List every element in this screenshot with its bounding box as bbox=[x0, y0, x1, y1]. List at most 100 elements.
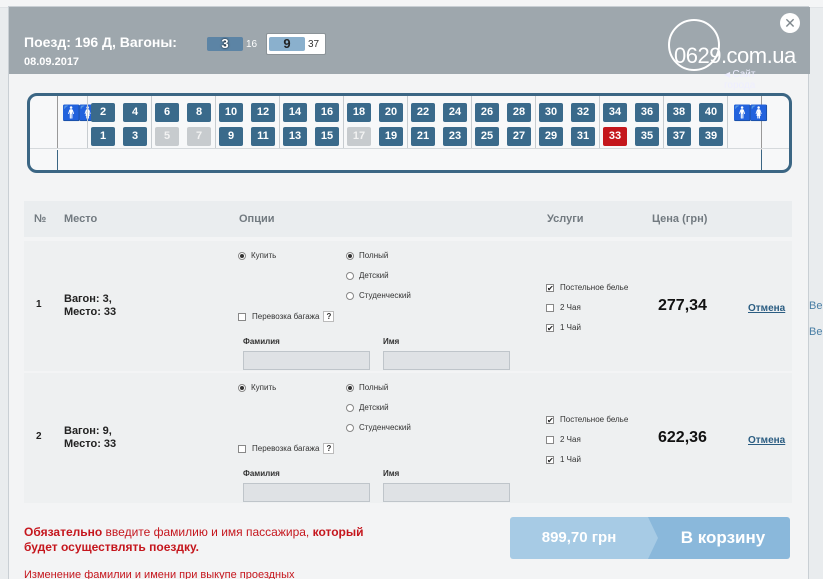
warning-text: введите фамилию и имя пассажира, bbox=[102, 525, 313, 539]
compartment-divider bbox=[279, 96, 280, 148]
radio-icon bbox=[346, 403, 354, 412]
service-one-tea-checkbox[interactable]: 1 Чай bbox=[546, 455, 581, 464]
seat-37[interactable]: 37 bbox=[667, 127, 691, 146]
help-icon[interactable]: ? bbox=[323, 311, 335, 322]
wagon-button-9[interactable]: 9 37 bbox=[266, 33, 326, 55]
fare-full-radio[interactable]: Полный bbox=[346, 251, 388, 260]
seat-6[interactable]: 6 bbox=[155, 103, 179, 122]
warning-strong: Обязательно bbox=[24, 525, 103, 539]
service-two-tea-checkbox[interactable]: 2 Чая bbox=[546, 435, 581, 444]
compartment-divider bbox=[599, 96, 600, 148]
seat-16[interactable]: 16 bbox=[315, 103, 339, 122]
close-icon[interactable]: ✕ bbox=[780, 13, 800, 33]
cancel-link[interactable]: Отмена bbox=[748, 435, 785, 446]
seat-3[interactable]: 3 bbox=[123, 127, 147, 146]
row-number: 2 bbox=[36, 431, 42, 442]
fare-child-radio[interactable]: Детский bbox=[346, 403, 389, 412]
seat-22[interactable]: 22 bbox=[411, 103, 435, 122]
seat-28[interactable]: 28 bbox=[507, 103, 531, 122]
seat-13[interactable]: 13 bbox=[283, 127, 307, 146]
seat-27[interactable]: 27 bbox=[507, 127, 531, 146]
seat-14[interactable]: 14 bbox=[283, 103, 307, 122]
compartment-divider bbox=[663, 96, 664, 148]
seat-2[interactable]: 2 bbox=[91, 103, 115, 122]
seat-31[interactable]: 31 bbox=[571, 127, 595, 146]
service-label: 2 Чая bbox=[560, 435, 581, 444]
seat-32[interactable]: 32 bbox=[571, 103, 595, 122]
background-link[interactable]: Ве bbox=[809, 326, 823, 338]
seat-15[interactable]: 15 bbox=[315, 127, 339, 146]
background-right-links: Ве Ве bbox=[809, 300, 823, 380]
compartment-divider bbox=[535, 96, 536, 148]
fare-student-radio[interactable]: Студенческий bbox=[346, 423, 411, 432]
seat-26[interactable]: 26 bbox=[475, 103, 499, 122]
baggage-label: Перевозка багажа bbox=[252, 444, 320, 453]
service-bedding-checkbox[interactable]: Постельное белье bbox=[546, 283, 628, 292]
baggage-checkbox[interactable]: Перевозка багажа ? bbox=[238, 443, 335, 454]
wagon-button-3[interactable]: 3 16 bbox=[205, 33, 259, 55]
seat-39[interactable]: 39 bbox=[699, 127, 723, 146]
surname-input[interactable] bbox=[243, 351, 370, 370]
seat-23[interactable]: 23 bbox=[443, 127, 467, 146]
radio-icon bbox=[346, 271, 354, 280]
warning-which: который bbox=[312, 525, 364, 539]
total-price: 899,70 грн bbox=[510, 517, 658, 559]
radio-icon bbox=[346, 423, 354, 432]
seat-33[interactable]: 33 bbox=[603, 127, 627, 146]
name-input[interactable] bbox=[383, 483, 510, 502]
seat-12[interactable]: 12 bbox=[251, 103, 275, 122]
add-to-cart-button[interactable]: В корзину bbox=[648, 517, 790, 559]
corridor-line bbox=[30, 148, 789, 149]
seat-4[interactable]: 4 bbox=[123, 103, 147, 122]
site-logo: 0629.com.ua Сайт города bbox=[664, 17, 796, 91]
seat-36[interactable]: 36 bbox=[635, 103, 659, 122]
seat-18[interactable]: 18 bbox=[347, 103, 371, 122]
seat-20[interactable]: 20 bbox=[379, 103, 403, 122]
service-bedding-checkbox[interactable]: Постельное белье bbox=[546, 415, 628, 424]
passengers-table-header: № Место Опции Услуги Цена (грн) bbox=[24, 201, 792, 237]
seat-40[interactable]: 40 bbox=[699, 103, 723, 122]
seat-38[interactable]: 38 bbox=[667, 103, 691, 122]
seat-34[interactable]: 34 bbox=[603, 103, 627, 122]
checkbox-icon bbox=[546, 415, 554, 424]
service-label: 1 Чай bbox=[560, 455, 581, 464]
seat-21[interactable]: 21 bbox=[411, 127, 435, 146]
buy-radio[interactable]: Купить bbox=[238, 383, 276, 392]
fare-student-radio[interactable]: Студенческий bbox=[346, 291, 411, 300]
fare-full-radio[interactable]: Полный bbox=[346, 383, 388, 392]
seat-29[interactable]: 29 bbox=[539, 127, 563, 146]
wagon-seat-map: 🚹🚺 🚹🚺 2 4 6 8 10 12 14 16 18 20 22 24 26 28 30 32 34 36 38… bbox=[27, 93, 792, 173]
fare-child-radio[interactable]: Детский bbox=[346, 271, 389, 280]
background-link[interactable]: Ве bbox=[809, 300, 823, 312]
logo-subtitle: Сайт города bbox=[724, 69, 784, 91]
row-place: Вагон: 3, Место: 33 bbox=[64, 293, 116, 319]
row-seat: Место: 33 bbox=[64, 438, 117, 450]
seat-17: 17 bbox=[347, 127, 371, 146]
compartment-divider bbox=[87, 96, 88, 148]
surname-input[interactable] bbox=[243, 483, 370, 502]
seat-9[interactable]: 9 bbox=[219, 127, 243, 146]
train-date: 08.09.2017 bbox=[24, 56, 80, 68]
seat-25[interactable]: 25 bbox=[475, 127, 499, 146]
seat-1[interactable]: 1 bbox=[91, 127, 115, 146]
seat-10[interactable]: 10 bbox=[219, 103, 243, 122]
surname-label: Фамилия bbox=[243, 337, 280, 346]
help-icon[interactable]: ? bbox=[323, 443, 335, 454]
service-one-tea-checkbox[interactable]: 1 Чай bbox=[546, 323, 581, 332]
col-options: Опции bbox=[239, 213, 275, 225]
seat-30[interactable]: 30 bbox=[539, 103, 563, 122]
seat-11[interactable]: 11 bbox=[251, 127, 275, 146]
buy-radio[interactable]: Купить bbox=[238, 251, 276, 260]
seat-8[interactable]: 8 bbox=[187, 103, 211, 122]
compartment-divider bbox=[407, 96, 408, 148]
name-input[interactable] bbox=[383, 351, 510, 370]
seat-35[interactable]: 35 bbox=[635, 127, 659, 146]
seat-24[interactable]: 24 bbox=[443, 103, 467, 122]
cancel-link[interactable]: Отмена bbox=[748, 303, 785, 314]
service-two-tea-checkbox[interactable]: 2 Чая bbox=[546, 303, 581, 312]
radio-icon bbox=[346, 383, 354, 392]
compartment-divider bbox=[727, 96, 728, 148]
table-row: 1 Вагон: 3, Место: 33 Купить Полный Детс… bbox=[24, 241, 792, 371]
seat-19[interactable]: 19 bbox=[379, 127, 403, 146]
baggage-checkbox[interactable]: Перевозка багажа ? bbox=[238, 311, 335, 322]
